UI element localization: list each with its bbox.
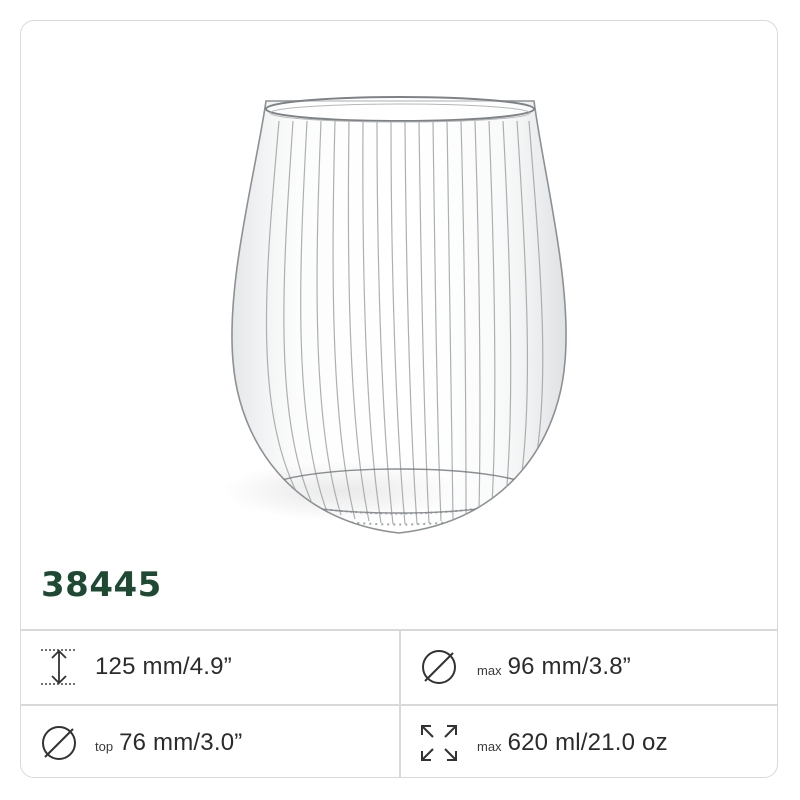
- spec-value: 96 mm/3.8”: [507, 652, 631, 680]
- spec-value: 125 mm/4.9”: [95, 652, 232, 680]
- diameter-icon: [39, 723, 79, 763]
- spec-height: 125 mm/4.9”: [21, 629, 399, 704]
- diameter-icon: [419, 647, 459, 687]
- product-card: 38445 125 mm/4.9” max 96 mm/3.8” top 76 …: [20, 20, 778, 778]
- spec-max-diameter: max 96 mm/3.8”: [401, 629, 777, 704]
- spec-qualifier: max: [477, 739, 502, 754]
- spec-value: 620 ml/21.0 oz: [507, 728, 668, 756]
- spec-value: 76 mm/3.0”: [119, 728, 243, 756]
- spec-table: 125 mm/4.9” max 96 mm/3.8” top 76 mm/3.0…: [21, 629, 777, 777]
- spec-top-diameter: top 76 mm/3.0”: [21, 705, 399, 777]
- capacity-icon: [419, 723, 459, 763]
- height-icon: [39, 647, 79, 687]
- product-image: [21, 21, 777, 561]
- spec-capacity: max 620 ml/21.0 oz: [401, 705, 777, 777]
- product-code: 38445: [41, 565, 162, 605]
- spec-qualifier: top: [95, 739, 114, 754]
- spec-qualifier: max: [477, 663, 502, 678]
